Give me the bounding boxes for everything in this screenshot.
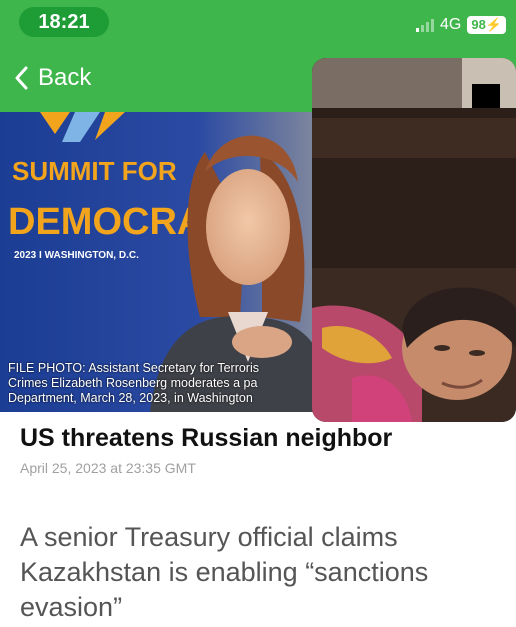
caption-line: Department, March 28, 2023, in Washingto… (8, 391, 253, 405)
back-label: Back (38, 64, 92, 91)
signal-icon (416, 18, 434, 32)
caption-line: Crimes Elizabeth Rosenberg moderates a p… (8, 376, 258, 390)
article-timestamp: April 25, 2023 at 23:35 GMT (20, 460, 196, 476)
article-photo[interactable]: SUMMIT FOR DEMOCRACY 2023 I WASHINGTON, … (0, 112, 330, 412)
chevron-left-icon (15, 66, 28, 90)
network-type: 4G (440, 16, 462, 33)
article-headline[interactable]: US threatens Russian neighbor (20, 424, 392, 453)
status-indicators: 4G 98⚡ (416, 16, 506, 34)
banner-line1: SUMMIT FOR (12, 156, 177, 186)
video-call-overlay[interactable] (312, 58, 516, 422)
photo-caption: FILE PHOTO: Assistant Secretary for Terr… (8, 361, 330, 406)
status-bar: 18:21 4G 98⚡ (0, 0, 516, 48)
video-feed (312, 58, 516, 422)
back-button[interactable]: Back (14, 64, 91, 92)
caption-line: FILE PHOTO: Assistant Secretary for Terr… (8, 361, 260, 375)
banner-line3: 2023 I WASHINGTON, D.C. (14, 250, 139, 261)
article-summary: A senior Treasury official claims Kazakh… (20, 522, 429, 622)
battery-level: 98 (471, 17, 486, 32)
status-time: 18:21 (19, 7, 109, 37)
battery-icon: 98⚡ (467, 16, 506, 34)
